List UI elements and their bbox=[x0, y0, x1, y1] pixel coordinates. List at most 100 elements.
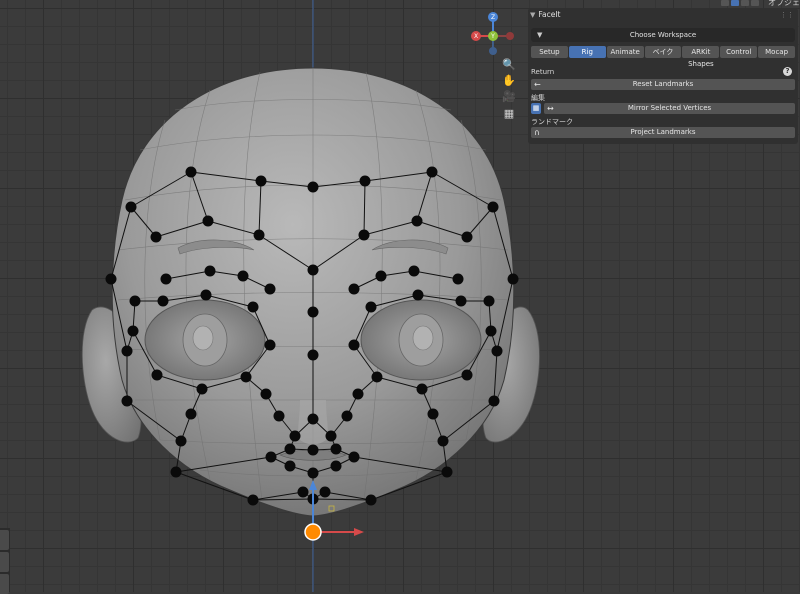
landmark-point[interactable] bbox=[150, 231, 162, 243]
landmark-point[interactable] bbox=[408, 265, 420, 277]
landmark-point[interactable] bbox=[307, 306, 319, 318]
collapse-arrow-icon[interactable]: ▼ bbox=[530, 11, 535, 19]
landmark-point[interactable] bbox=[319, 486, 331, 498]
landmark-point[interactable] bbox=[426, 166, 438, 178]
tab-arkit-shapes[interactable]: ARKit Shapes bbox=[682, 46, 720, 68]
landmark-point[interactable] bbox=[273, 410, 285, 422]
reset-landmarks-button[interactable]: ← Reset Landmarks bbox=[531, 79, 795, 90]
landmark-point[interactable] bbox=[307, 413, 319, 425]
landmark-point[interactable] bbox=[452, 273, 464, 285]
help-icon[interactable]: ? bbox=[783, 67, 792, 76]
landmark-point[interactable] bbox=[461, 231, 473, 243]
landmark-point[interactable] bbox=[105, 273, 117, 285]
landmark-point[interactable] bbox=[483, 295, 495, 307]
landmark-point[interactable] bbox=[289, 430, 301, 442]
landmark-point[interactable] bbox=[352, 388, 364, 400]
landmark-point[interactable] bbox=[307, 181, 319, 193]
landmark-point[interactable] bbox=[307, 444, 319, 456]
gizmo-neg-x-axis-button[interactable] bbox=[506, 32, 514, 40]
landmark-point[interactable] bbox=[121, 395, 133, 407]
landmark-point[interactable] bbox=[307, 264, 319, 276]
header-mode-button[interactable] bbox=[731, 0, 739, 6]
tab-setup[interactable]: Setup bbox=[531, 46, 568, 58]
left-tool-tab-3[interactable] bbox=[0, 574, 9, 594]
zoom-icon[interactable]: 🔍 bbox=[501, 58, 517, 72]
landmark-point[interactable] bbox=[507, 273, 519, 285]
landmark-point[interactable] bbox=[247, 494, 259, 506]
tab-animate[interactable]: Animate bbox=[606, 46, 644, 58]
landmark-point[interactable] bbox=[412, 289, 424, 301]
drag-grip-icon[interactable]: ⋮⋮ bbox=[780, 11, 794, 19]
landmark-point[interactable] bbox=[253, 229, 265, 241]
landmark-point[interactable] bbox=[200, 289, 212, 301]
landmark-point[interactable] bbox=[488, 395, 500, 407]
landmark-point[interactable] bbox=[157, 295, 169, 307]
origin-circle[interactable] bbox=[304, 523, 322, 541]
landmark-point[interactable] bbox=[358, 229, 370, 241]
landmark-point[interactable] bbox=[151, 369, 163, 381]
landmark-point[interactable] bbox=[204, 265, 216, 277]
mirror-toggle-icon[interactable]: ▦ bbox=[531, 103, 541, 114]
tab-rig[interactable]: Rig bbox=[568, 46, 606, 58]
tab-ベイク[interactable]: ベイク bbox=[644, 46, 682, 58]
landmark-point[interactable] bbox=[375, 270, 387, 282]
landmark-point[interactable] bbox=[427, 408, 439, 420]
object-menu[interactable]: オブジェク bbox=[768, 0, 800, 8]
landmark-point[interactable] bbox=[284, 443, 296, 455]
landmark-point[interactable] bbox=[125, 201, 137, 213]
header-mode-button-3[interactable] bbox=[751, 0, 759, 6]
landmark-point[interactable] bbox=[307, 349, 319, 361]
choose-workspace-dropdown[interactable]: ▼ Choose Workspace bbox=[531, 28, 795, 42]
navigation-gizmo[interactable]: Z X Y bbox=[471, 12, 514, 55]
landmark-point[interactable] bbox=[359, 175, 371, 187]
project-landmarks-button[interactable]: ∩ Project Landmarks bbox=[531, 127, 795, 138]
landmark-point[interactable] bbox=[247, 301, 259, 313]
landmark-point[interactable] bbox=[196, 383, 208, 395]
landmark-point[interactable] bbox=[341, 410, 353, 422]
landmark-point[interactable] bbox=[437, 435, 449, 447]
landmark-point[interactable] bbox=[160, 273, 172, 285]
landmark-point[interactable] bbox=[455, 295, 467, 307]
landmark-point[interactable] bbox=[297, 486, 309, 498]
landmark-point[interactable] bbox=[284, 460, 296, 472]
landmark-point[interactable] bbox=[129, 295, 141, 307]
landmark-point[interactable] bbox=[491, 345, 503, 357]
landmark-point[interactable] bbox=[175, 435, 187, 447]
landmark-point[interactable] bbox=[348, 451, 360, 463]
landmark-point[interactable] bbox=[202, 215, 214, 227]
origin-x-arrowhead[interactable] bbox=[354, 528, 364, 536]
landmark-point[interactable] bbox=[264, 339, 276, 351]
landmark-point[interactable] bbox=[185, 408, 197, 420]
left-tool-tab-2[interactable] bbox=[0, 552, 9, 572]
landmark-point[interactable] bbox=[348, 339, 360, 351]
tab-mocap[interactable]: Mocap bbox=[758, 46, 796, 58]
landmark-point[interactable] bbox=[240, 371, 252, 383]
landmark-point[interactable] bbox=[330, 460, 342, 472]
landmark-point[interactable] bbox=[265, 451, 277, 463]
landmark-point[interactable] bbox=[237, 270, 249, 282]
gizmo-neg-z-axis-button[interactable] bbox=[489, 47, 497, 55]
landmark-point[interactable] bbox=[325, 430, 337, 442]
mirror-selected-vertices-button[interactable]: ↔ Mirror Selected Vertices bbox=[544, 103, 795, 114]
landmark-point[interactable] bbox=[170, 466, 182, 478]
landmark-point[interactable] bbox=[365, 301, 377, 313]
header-toggle-button[interactable] bbox=[721, 0, 729, 6]
landmark-point[interactable] bbox=[441, 466, 453, 478]
landmark-point[interactable] bbox=[371, 371, 383, 383]
landmark-point[interactable] bbox=[121, 345, 133, 357]
landmark-point[interactable] bbox=[487, 201, 499, 213]
landmark-point[interactable] bbox=[416, 383, 428, 395]
landmark-point[interactable] bbox=[411, 215, 423, 227]
landmark-point[interactable] bbox=[485, 325, 497, 337]
left-tool-tab-1[interactable] bbox=[0, 530, 9, 550]
landmark-point[interactable] bbox=[330, 443, 342, 455]
landmark-point[interactable] bbox=[307, 467, 319, 479]
landmark-point[interactable] bbox=[255, 175, 267, 187]
hand-pan-icon[interactable]: ✋ bbox=[501, 74, 517, 88]
camera-icon[interactable]: 🎥 bbox=[501, 90, 517, 104]
landmark-point[interactable] bbox=[365, 494, 377, 506]
tab-control[interactable]: Control bbox=[720, 46, 758, 58]
landmark-point[interactable] bbox=[260, 388, 272, 400]
landmark-point[interactable] bbox=[127, 325, 139, 337]
grid-toggle-icon[interactable]: ▦ bbox=[501, 107, 517, 121]
